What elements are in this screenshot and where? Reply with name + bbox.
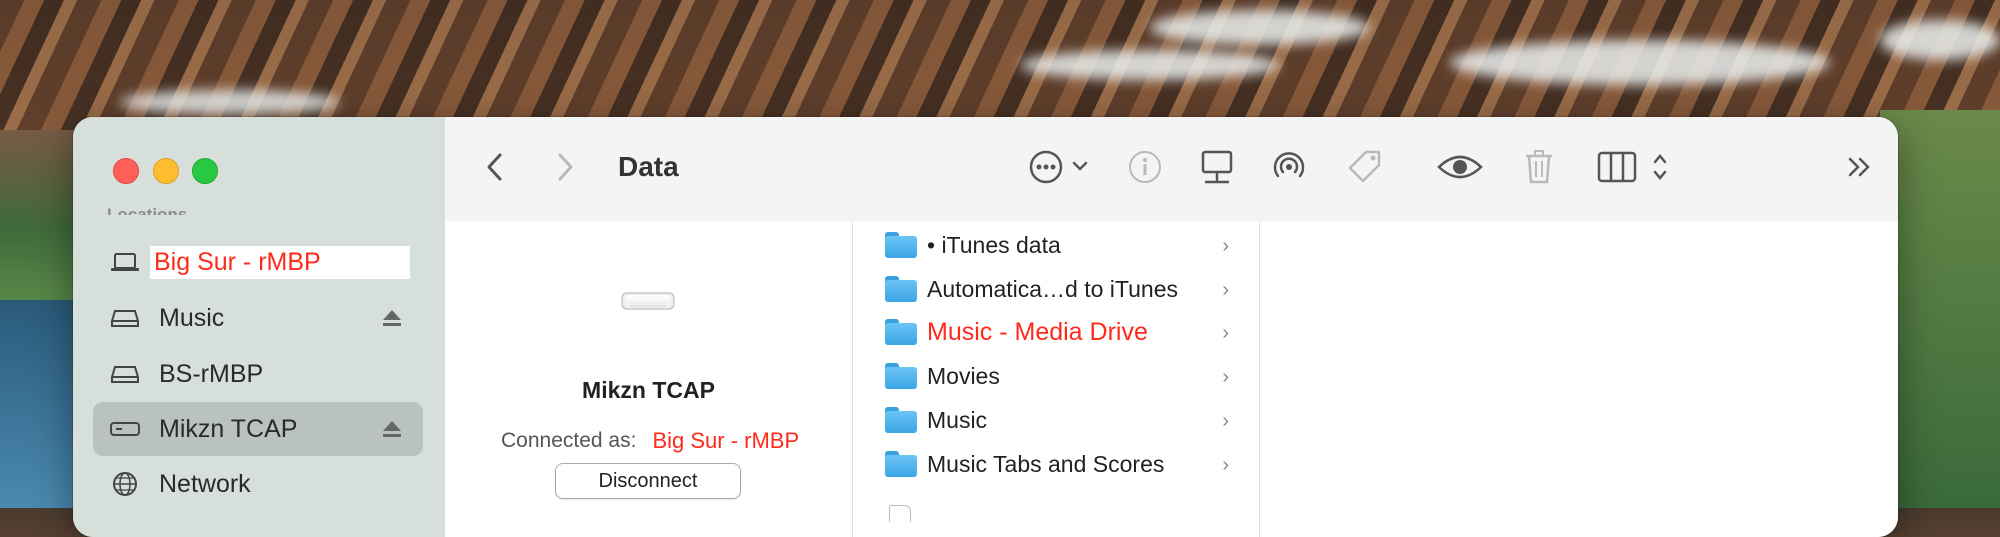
preview-pane: Mikzn TCAP Connected as: Big Sur - rMBP … — [445, 221, 853, 537]
wallpaper-cloud — [120, 90, 340, 115]
eject-icon[interactable] — [381, 308, 403, 328]
sidebar-item-big-sur[interactable]: Big Sur - rMBP — [93, 235, 423, 289]
time-capsule-icon — [109, 416, 141, 442]
chevron-right-icon: › — [1222, 235, 1229, 257]
wallpaper-hill — [1880, 110, 2000, 508]
connect-icon — [1200, 149, 1234, 190]
minimize-window-button[interactable] — [153, 158, 179, 184]
wallpaper-cloud — [1150, 10, 1370, 45]
trash-button[interactable] — [1519, 143, 1559, 195]
ellipsis-circle-icon — [1028, 149, 1092, 190]
list-item-label: Automatica…d to iTunes — [927, 275, 1178, 302]
connected-as-label: Connected as: — [501, 429, 637, 452]
chevron-right-icon: › — [1222, 366, 1229, 388]
airdrop-icon — [1270, 148, 1308, 191]
list-item[interactable]: Music Tabs and Scores › — [853, 442, 1259, 486]
drive-icon — [109, 361, 141, 387]
drive-icon — [109, 305, 141, 331]
quick-look-button[interactable] — [1435, 143, 1485, 195]
connect-button[interactable] — [1197, 143, 1237, 195]
wallpaper-cloud — [1020, 50, 1280, 80]
back-button[interactable] — [475, 143, 515, 195]
folder-icon — [885, 276, 917, 302]
action-menu-button[interactable] — [1025, 143, 1095, 195]
list-item-partial — [853, 501, 1259, 522]
airdrop-button[interactable] — [1269, 143, 1309, 195]
sidebar-section-locations: Locations — [107, 205, 188, 215]
wallpaper-cloud — [1450, 40, 1830, 85]
quicklook-eye-icon — [1437, 152, 1483, 187]
back-chevron-icon — [485, 152, 505, 187]
device-name: Mikzn TCAP — [582, 377, 715, 403]
tag-icon — [1346, 148, 1384, 191]
folder-icon — [885, 319, 917, 345]
chevron-right-icon: › — [1222, 454, 1229, 476]
chevron-right-icon: › — [1222, 322, 1229, 344]
connected-user: Big Sur - rMBP — [644, 426, 808, 456]
sidebar-item-label: Network — [159, 469, 251, 498]
column-view-icon — [1597, 150, 1673, 189]
get-info-button[interactable] — [1125, 143, 1165, 195]
list-item[interactable]: Movies › — [853, 354, 1259, 398]
sidebar-item-label: Mikzn TCAP — [159, 414, 298, 443]
list-item-label: Music — [927, 406, 988, 433]
sidebar: Locations Big Sur - rMBP Music BS-rMBP M… — [73, 117, 445, 537]
sidebar-item-network[interactable]: Network — [93, 457, 423, 511]
trash-icon — [1524, 149, 1554, 190]
tags-button[interactable] — [1345, 143, 1385, 195]
list-item[interactable]: Music › — [853, 398, 1259, 442]
folder-icon — [885, 232, 917, 258]
chevron-right-icon: › — [1222, 279, 1229, 301]
overflow-icon — [1845, 155, 1875, 184]
content-area: Mikzn TCAP Connected as: Big Sur - rMBP … — [445, 221, 1898, 537]
list-item[interactable]: • iTunes data › — [853, 223, 1259, 267]
laptop-icon — [109, 249, 141, 275]
forward-button[interactable] — [545, 143, 585, 195]
sidebar-item-mikzn-tcap[interactable]: Mikzn TCAP — [93, 402, 423, 456]
list-item[interactable]: Automatica…d to iTunes › — [853, 267, 1259, 311]
sidebar-item-music[interactable]: Music — [93, 291, 423, 345]
list-item-label: Movies — [927, 362, 1000, 389]
list-item[interactable]: Music - Media Drive › — [853, 310, 1259, 354]
toolbar-overflow-button[interactable] — [1840, 143, 1880, 195]
time-capsule-device-icon — [620, 289, 676, 318]
wallpaper-cloud — [1880, 20, 2000, 60]
view-mode-button[interactable] — [1595, 143, 1675, 195]
list-item-label: • iTunes data — [927, 231, 1061, 258]
folder-icon — [885, 363, 917, 389]
chevron-right-icon: › — [1222, 410, 1229, 432]
list-item-label: Music Tabs and Scores — [927, 450, 1165, 477]
close-window-button[interactable] — [113, 158, 139, 184]
forward-chevron-icon — [555, 152, 575, 187]
list-item-label: Music - Media Drive — [927, 317, 1148, 346]
sidebar-item-label: BS-rMBP — [159, 359, 264, 388]
zoom-window-button[interactable] — [192, 158, 218, 184]
sidebar-item-label: Music — [159, 303, 225, 332]
globe-icon — [109, 471, 141, 497]
window-title: Data — [618, 151, 679, 182]
info-icon — [1127, 149, 1163, 190]
search-button[interactable] — [1895, 143, 1898, 195]
disconnect-button[interactable]: Disconnect — [555, 463, 741, 499]
folder-icon — [885, 451, 917, 477]
eject-icon[interactable] — [381, 419, 403, 439]
finder-window: Locations Big Sur - rMBP Music BS-rMBP M… — [73, 117, 1898, 537]
folder-icon — [885, 407, 917, 433]
toolbar: Data — [445, 117, 1898, 222]
sidebar-item-bs-rmbp[interactable]: BS-rMBP — [93, 347, 423, 401]
connection-status: Connected as: Big Sur - rMBP — [501, 426, 808, 456]
folder-list-column: • iTunes data › Automatica…d to iTunes ›… — [853, 221, 1260, 537]
sidebar-item-label: Big Sur - rMBP — [150, 245, 410, 279]
